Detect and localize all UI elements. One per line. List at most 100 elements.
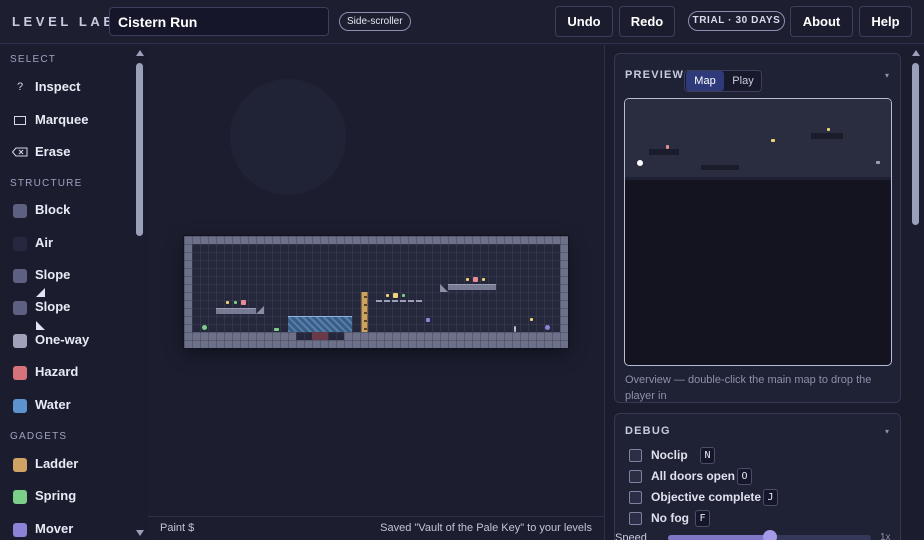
debug-noclip-toggle[interactable]: Noclip N	[629, 447, 739, 465]
tool-palette: SELECT ? Inspect Marquee Erase STRUCTURE…	[0, 45, 148, 540]
ceiling-wall	[184, 236, 568, 244]
spring-gadget	[234, 301, 237, 304]
slope-swatch-icon	[13, 301, 27, 315]
level-title-input[interactable]	[109, 7, 329, 36]
platform	[448, 284, 496, 290]
checkbox[interactable]	[629, 512, 642, 525]
minimap-platform	[649, 149, 679, 155]
floor-segment	[296, 340, 344, 348]
tool-slope-down[interactable]: Slope	[0, 293, 132, 321]
key-pickup	[241, 300, 246, 305]
debug-objective-complete-toggle[interactable]: Objective complete J	[629, 489, 799, 507]
slope-tile	[440, 284, 448, 292]
tool-one-way[interactable]: One-way	[0, 326, 132, 354]
redo-button[interactable]: Redo	[619, 6, 675, 37]
water-swatch-icon	[13, 399, 27, 413]
minimap-coin-marker	[827, 128, 830, 131]
slope-tile	[256, 306, 264, 314]
tool-label: Air	[35, 235, 54, 250]
eraser-icon	[11, 144, 28, 162]
tool-label: Slope	[35, 267, 71, 282]
shortcut-key: O	[737, 468, 752, 485]
minimap-platform	[811, 133, 843, 139]
section-select-heading: SELECT	[10, 54, 57, 65]
minimap[interactable]	[624, 98, 892, 366]
coin-pickup	[482, 278, 485, 281]
speed-label: Speed	[615, 532, 647, 540]
exit-door	[545, 325, 550, 330]
collapse-chevron-icon[interactable]: ▾	[885, 427, 889, 436]
water-pool	[288, 316, 352, 332]
tool-ladder[interactable]: Ladder	[0, 450, 132, 478]
minimap-exit-marker	[876, 161, 880, 164]
genre-badge: Side-scroller	[339, 12, 411, 31]
spring-gadget	[402, 294, 405, 297]
collapse-chevron-icon[interactable]: ▾	[885, 71, 889, 80]
tool-label: Erase	[35, 144, 71, 159]
tool-marquee[interactable]: Marquee	[0, 106, 132, 134]
tool-spring[interactable]: Spring	[0, 482, 132, 510]
tool-hazard[interactable]: Hazard	[0, 358, 132, 386]
speed-slider-fill	[668, 535, 770, 540]
scroll-up-arrow-icon[interactable]	[912, 50, 920, 56]
speed-slider-handle[interactable]	[763, 530, 777, 540]
tool-label: Block	[35, 202, 71, 217]
tool-slope-up[interactable]: Slope	[0, 261, 132, 289]
tool-air[interactable]: Air	[0, 229, 132, 257]
level-map[interactable]	[184, 236, 568, 348]
scroll-up-arrow-icon[interactable]	[136, 50, 144, 56]
checkbox[interactable]	[629, 491, 642, 504]
tab-map[interactable]: Map	[686, 71, 724, 91]
shortcut-key: F	[695, 510, 710, 527]
rectangle-icon	[13, 112, 27, 130]
debug-option-label: No fog	[651, 511, 689, 525]
level-canvas[interactable]	[148, 45, 604, 516]
coin-pickup	[226, 301, 229, 304]
slope-swatch-icon	[13, 269, 27, 283]
key-pickup	[473, 277, 478, 282]
hazard-swatch-icon	[13, 366, 27, 380]
debug-no-fog-toggle[interactable]: No fog F	[629, 510, 739, 528]
floor-segment	[344, 332, 568, 348]
spawn-point	[202, 325, 207, 330]
scroll-down-arrow-icon[interactable]	[136, 530, 144, 536]
tool-label: One-way	[35, 332, 90, 347]
minimap-divider	[625, 177, 891, 180]
status-mode: Paint $	[160, 522, 195, 534]
panel-scrollbar-thumb[interactable]	[912, 63, 919, 225]
about-button[interactable]: About	[790, 6, 853, 37]
hazard-tile	[312, 332, 328, 340]
tool-label: Hazard	[35, 364, 79, 379]
floor-segment	[184, 332, 296, 348]
ladder-swatch-icon	[13, 458, 27, 472]
checkbox[interactable]	[629, 449, 642, 462]
tool-label: Mover	[35, 521, 74, 536]
section-structure-heading: STRUCTURE	[10, 178, 83, 189]
debug-card: DEBUG ▾ Noclip N All doors open O Object…	[614, 413, 901, 540]
tool-mover[interactable]: Mover	[0, 515, 132, 540]
minimap-level-area	[625, 99, 891, 177]
mover-gadget	[426, 318, 430, 322]
preview-heading: PREVIEW	[625, 69, 685, 81]
tool-erase[interactable]: Erase	[0, 138, 132, 166]
sidebar-scrollbar-thumb[interactable]	[136, 63, 143, 236]
tool-label: Spring	[35, 488, 77, 503]
tab-play[interactable]: Play	[725, 71, 761, 91]
question-mark-icon: ?	[16, 81, 24, 93]
speed-value: 1x	[880, 532, 891, 540]
status-bar: Paint $ Saved "Vault of the Pale Key" to…	[148, 516, 604, 540]
tool-block[interactable]: Block	[0, 196, 132, 224]
checkbox[interactable]	[629, 470, 642, 483]
tool-label: Marquee	[35, 112, 89, 127]
coin-pickup	[466, 278, 469, 281]
status-save-message: Saved "Vault of the Pale Key" to your le…	[380, 522, 592, 534]
debug-all-doors-open-toggle[interactable]: All doors open O	[629, 468, 789, 486]
undo-button[interactable]: Undo	[555, 6, 613, 37]
tool-inspect[interactable]: ? Inspect	[0, 73, 132, 101]
ladder	[361, 292, 368, 332]
help-button[interactable]: Help	[859, 6, 912, 37]
minimap-player-marker	[637, 160, 643, 166]
minimap-platform	[701, 165, 739, 170]
air-swatch-icon	[13, 237, 27, 251]
tool-water[interactable]: Water	[0, 391, 132, 419]
